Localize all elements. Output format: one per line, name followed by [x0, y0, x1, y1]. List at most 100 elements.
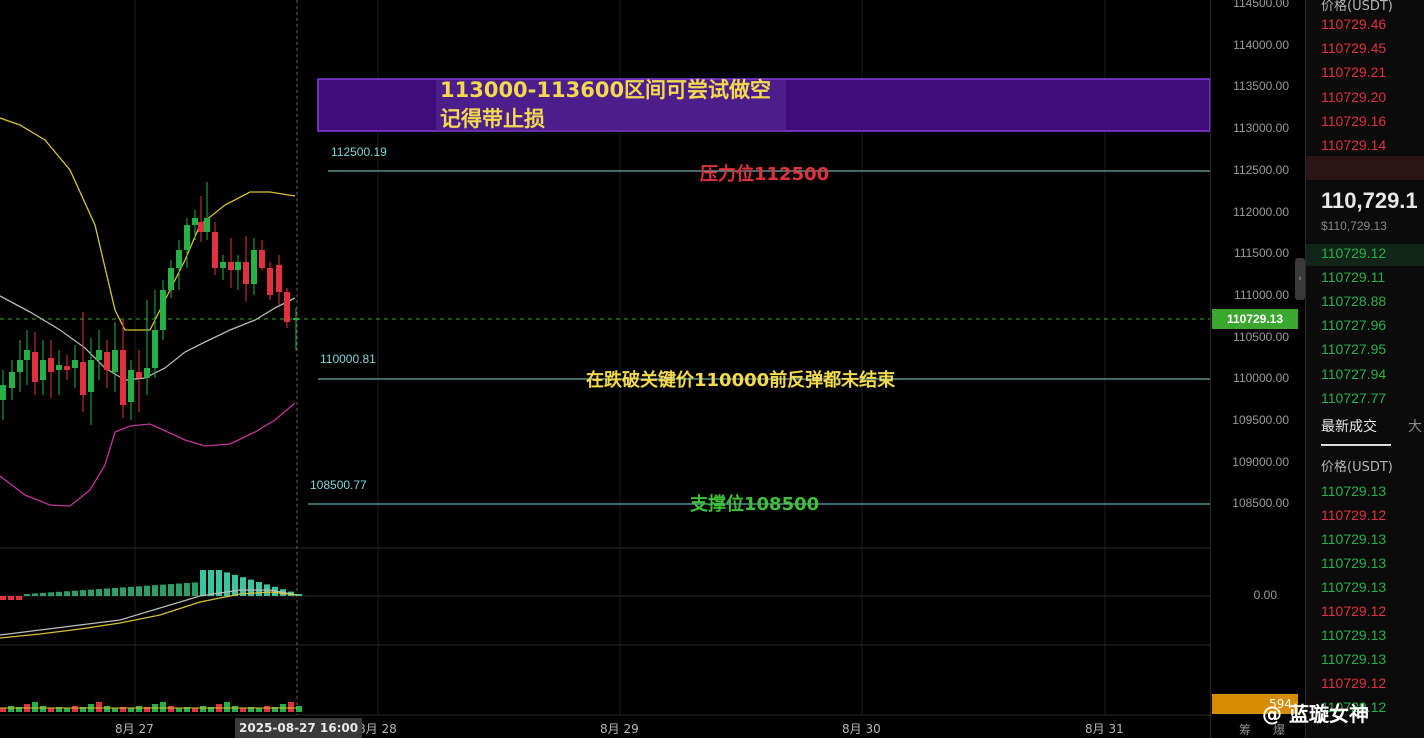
ask-row[interactable]: 110729.14 [1321, 137, 1386, 153]
price-tick-label: 114500.00 [1233, 0, 1289, 10]
macd-bar [128, 586, 134, 596]
candle-body [56, 365, 62, 370]
support-annotation: 支撑位108500 [690, 494, 820, 515]
price-tick-label: 113500.00 [1233, 79, 1289, 94]
bollinger-upper [0, 117, 296, 331]
candle-body [198, 222, 204, 232]
macd-bar [56, 591, 62, 596]
watermark: @ 蓝璇女神 [1262, 698, 1369, 727]
bid-row[interactable]: 110727.94 [1321, 366, 1386, 382]
price-tick-label: 109000.00 [1232, 454, 1289, 469]
trade-row: 110729.13 [1321, 531, 1387, 547]
bid-row[interactable]: 110729.11 [1321, 269, 1385, 285]
candle-body [235, 262, 241, 270]
candle-body [128, 370, 134, 402]
volume-bar [0, 708, 6, 712]
last-price: 110,729.1 [1321, 188, 1418, 213]
ask-row[interactable]: 110729.45 [1321, 40, 1386, 56]
volume-bar [176, 708, 182, 712]
volume-bar [256, 708, 262, 712]
support-line-label: 108500.77 [310, 478, 367, 492]
candle-body [88, 360, 94, 392]
macd-bar [208, 570, 214, 596]
macd-bar [176, 583, 182, 596]
axis-footer-label[interactable]: 筹 [1239, 721, 1251, 738]
volume-bar [200, 706, 206, 712]
candle-body [293, 318, 299, 320]
candle-body [112, 350, 118, 372]
tab-large-trades[interactable]: 大 [1408, 416, 1422, 436]
trade-row: 110729.13 [1321, 555, 1387, 571]
active-tab-underline [1321, 444, 1391, 446]
candle-body [276, 265, 282, 292]
price-axis[interactable]: 114500.00 114000.00 113500.00 113000.00 1125… [1210, 0, 1305, 738]
volume-bar [72, 706, 78, 712]
macd-bar [88, 589, 94, 596]
trade-row: 110729.12 [1321, 507, 1387, 523]
trade-row: 110729.13 [1321, 627, 1387, 643]
price-chart[interactable]: 113000-113600区间可尝试做空 记得带止损 压力位112500 在跌破… [0, 0, 1210, 738]
trade-row: 110729.12 [1321, 603, 1387, 619]
bid-row[interactable]: 110727.77 [1321, 390, 1386, 406]
volume-bar [288, 702, 294, 712]
bid-row[interactable]: 110729.12 [1321, 245, 1386, 261]
candle-body [0, 385, 6, 400]
macd-bar [216, 570, 222, 596]
candle-body [212, 232, 218, 268]
ask-row[interactable]: 110729.46 [1321, 16, 1386, 32]
price-tick-label: 110000.00 [1233, 371, 1289, 386]
volume-bar [64, 708, 70, 712]
price-tick-label: 109500.00 [1232, 413, 1289, 427]
macd-bar [192, 582, 198, 596]
candle-body [176, 250, 182, 268]
candle-body [243, 262, 249, 284]
price-tick-label: 114000.00 [1233, 37, 1289, 52]
candle-body [192, 218, 198, 225]
bid-row[interactable]: 110727.96 [1321, 317, 1386, 333]
candle-body [80, 362, 86, 395]
macd-bar [24, 594, 30, 596]
macd-bar [144, 585, 150, 596]
candle-body [17, 360, 23, 372]
trade-row: 110729.12 [1321, 675, 1387, 691]
volume-bar [40, 706, 46, 712]
macd-bar [168, 584, 174, 596]
trades-header: 价格(USDT) [1321, 460, 1393, 475]
macd-signal [0, 591, 298, 639]
price-tick-label: 110500.00 [1233, 329, 1289, 344]
price-tick-label: 113000.00 [1233, 121, 1289, 136]
tab-latest-trades[interactable]: 最新成交 [1321, 416, 1377, 436]
candle-body [228, 262, 234, 270]
key-level-annotation: 在跌破关键价110000前反弹都未结束 [586, 370, 896, 391]
candle-body [160, 290, 166, 330]
macd-bar [16, 596, 22, 600]
macd-bar [200, 570, 206, 596]
candle-body [96, 350, 102, 360]
ask-row[interactable]: 110729.20 [1321, 89, 1386, 105]
candle-body [220, 262, 226, 268]
volume-bar [128, 708, 134, 712]
zone-line-2: 记得带止损 [440, 107, 545, 131]
price-tick-label: 111500.00 [1234, 246, 1289, 261]
price-tick-label: 108500.00 [1232, 496, 1289, 511]
volume-bar [232, 706, 238, 712]
macd-bar [72, 590, 78, 596]
volume-bar [224, 702, 230, 712]
ask-row[interactable]: 110729.16 [1321, 113, 1386, 129]
candle-body [184, 225, 190, 250]
date-label: 8月 31 [1085, 722, 1124, 736]
collapse-handle[interactable]: › [1295, 258, 1305, 300]
ask-row[interactable]: 110729.21 [1321, 64, 1386, 80]
volume-bar [8, 706, 14, 712]
candle-body [259, 250, 265, 268]
trade-row: 110729.13 [1321, 579, 1387, 595]
candle-body [32, 352, 38, 382]
bid-row[interactable]: 110727.95 [1321, 341, 1386, 357]
zone-line-1: 113000-113600区间可尝试做空 [440, 78, 772, 102]
bid-row[interactable]: 110728.88 [1321, 293, 1386, 309]
volume-bar [96, 702, 102, 712]
price-tick-label: 111000.00 [1234, 287, 1289, 302]
date-label: 8月 28 [358, 722, 397, 736]
resistance-line-label: 112500.19 [331, 145, 387, 159]
macd-bar [112, 587, 118, 596]
